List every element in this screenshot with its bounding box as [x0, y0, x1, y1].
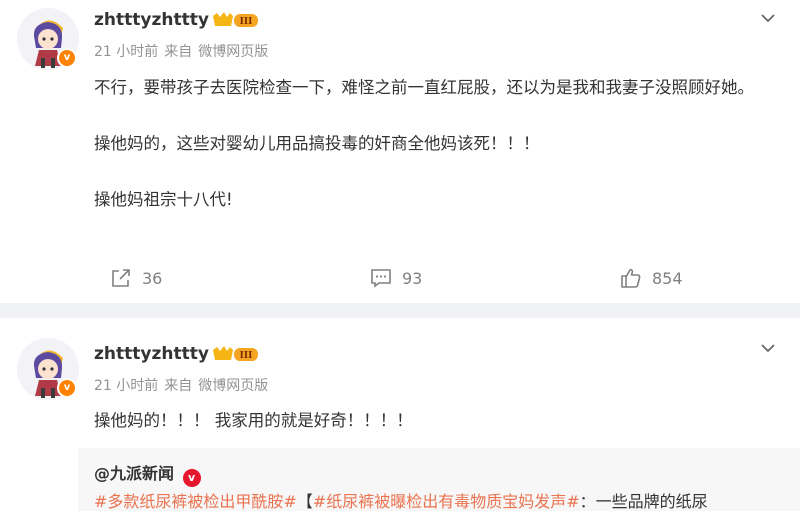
verified-badge-icon: v — [57, 48, 77, 68]
post-paragraph: 操他妈祖宗十八代! — [94, 190, 233, 209]
repost-snippet: ：一些品牌的纸尿 — [579, 492, 708, 511]
topic-link[interactable]: #多款纸尿裤被检出甲酰胺# — [94, 492, 297, 511]
post-meta: 21 小时前 来自 微博网页版 — [94, 375, 274, 395]
post-paragraph: 操他妈的，这些对婴幼儿用品搞投毒的奸商全他妈该死！！！ — [94, 134, 540, 153]
repost-button[interactable]: 36 — [110, 263, 162, 293]
vip-crown-icon[interactable]: III — [212, 345, 260, 363]
source-prefix: 来自 — [164, 44, 193, 60]
repost-box[interactable]: @九派新闻 v #多款纸尿裤被检出甲酰胺#【#纸尿裤被曝检出有毒物质宝妈发声#：… — [78, 448, 800, 511]
comment-count: 93 — [402, 268, 423, 288]
post-source[interactable]: 微博网页版 — [198, 378, 268, 394]
weibo-post: v zhtttyzhttty III 21 小时前 来自 微博网页版 不行，要带孩子… — [0, 0, 800, 303]
svg-text:III: III — [240, 17, 253, 27]
repost-text: #多款纸尿裤被检出甲酰胺#【#纸尿裤被曝检出有毒物质宝妈发声#：一些品牌的纸尿 — [94, 488, 708, 512]
post-text: 不行，要带孩子去医院检查一下，难怪之前一直红屁股，还以为是我和我妻子没照顾好她。… — [94, 74, 784, 214]
user-avatar[interactable]: v — [17, 8, 79, 70]
weibo-post: v zhtttyzhttty III 21 小时前 来自 微博网页版 操他妈的！！！… — [0, 318, 800, 511]
repost-icon — [112, 269, 130, 287]
username[interactable]: zhtttyzhttty — [94, 10, 209, 30]
post-time[interactable]: 21 小时前 — [94, 378, 158, 394]
user-avatar[interactable]: v — [17, 338, 79, 400]
topic-link[interactable]: #纸尿裤被曝检出有毒物质宝妈发声# — [313, 492, 580, 511]
post-actions: 36 93 854 — [0, 263, 800, 293]
like-button[interactable]: 854 — [620, 263, 683, 293]
svg-text:III: III — [240, 351, 253, 361]
post-source[interactable]: 微博网页版 — [198, 44, 268, 60]
bracket: 【 — [296, 492, 313, 511]
post-time[interactable]: 21 小时前 — [94, 44, 158, 60]
source-prefix: 来自 — [164, 378, 193, 394]
username[interactable]: zhtttyzhttty — [94, 344, 209, 364]
repost-count: 36 — [142, 268, 163, 288]
chevron-down-icon[interactable] — [760, 10, 776, 26]
like-count: 854 — [652, 268, 683, 288]
chevron-down-icon[interactable] — [760, 340, 776, 356]
feed-divider — [0, 303, 800, 318]
post-text: 操他妈的！！！ 我家用的就是好奇！！！！ — [94, 411, 413, 430]
verified-badge-icon: v — [57, 378, 77, 398]
verified-badge-icon: v — [182, 469, 201, 487]
comment-button[interactable]: 93 — [370, 263, 422, 293]
vip-crown-icon[interactable]: III — [212, 11, 260, 29]
like-icon — [621, 268, 641, 288]
post-meta: 21 小时前 来自 微博网页版 — [94, 41, 274, 61]
repost-author[interactable]: @九派新闻 v — [94, 460, 201, 487]
post-paragraph: 不行，要带孩子去医院检查一下，难怪之前一直红屁股，还以为是我和我妻子没照顾好她。 — [94, 78, 754, 97]
comment-icon — [371, 269, 391, 288]
